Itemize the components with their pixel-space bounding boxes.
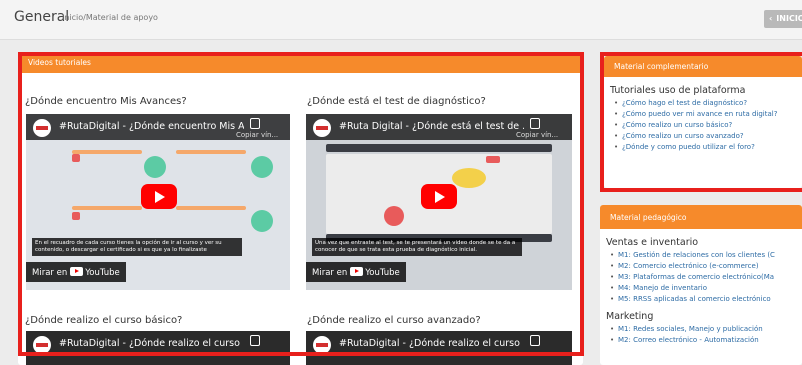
section-title: Tutoriales uso de plataforma xyxy=(610,85,746,96)
play-button[interactable] xyxy=(141,184,177,209)
video-heading: ¿Dónde realizo el curso básico? xyxy=(25,315,183,326)
video-caption: En el recuadro de cada curso tienes la o… xyxy=(32,238,242,256)
videos-panel: Videos tutoriales ¿Dónde encuentro Mis A… xyxy=(18,52,583,365)
watch-on-youtube-button[interactable]: Mirar en YouTube xyxy=(306,262,406,282)
play-button[interactable] xyxy=(421,184,457,209)
top-bar: General Inicio/Material de apoyo ‹ INICIO xyxy=(0,0,802,40)
section-title: Marketing xyxy=(606,311,654,322)
video-player-title[interactable]: #RutaDigital - ¿Dónde realizo el curso .… xyxy=(59,338,244,349)
video-player[interactable]: #RutaDigital - ¿Dónde encuentro Mis A...… xyxy=(26,114,290,290)
pedagogico-header: Material pedagógico xyxy=(600,205,802,229)
list-item[interactable]: ¿Cómo hago el test de diagnóstico? xyxy=(614,98,802,109)
video-player-title[interactable]: #RutaDigital - ¿Dónde realizo el curso .… xyxy=(339,338,524,349)
list-item[interactable]: ¿Cómo puedo ver mi avance en ruta digita… xyxy=(614,109,802,120)
list-item[interactable]: ¿Cómo realizo un curso avanzado? xyxy=(614,131,802,142)
video-player-title[interactable]: #RutaDigital - ¿Dónde encuentro Mis A... xyxy=(59,121,244,132)
module-links: M1: Redes sociales, Manejo y publicación… xyxy=(600,324,802,346)
youtube-icon xyxy=(350,267,364,276)
list-item[interactable]: M1: Redes sociales, Manejo y publicación xyxy=(610,324,802,335)
youtube-brand: YouTube xyxy=(85,268,120,278)
copy-link-icon[interactable] xyxy=(250,335,260,346)
channel-logo-icon xyxy=(33,336,51,354)
list-item[interactable]: M2: Correo electrónico - Automatización xyxy=(610,335,802,346)
list-item[interactable]: ¿Cómo realizo un curso básico? xyxy=(614,120,802,131)
copy-link-icon[interactable] xyxy=(530,118,540,129)
material-pedagogico-panel: Material pedagógico Ventas e inventario … xyxy=(600,205,802,365)
page-title: General xyxy=(14,9,70,25)
list-item[interactable]: M4: Manejo de inventario xyxy=(610,283,802,294)
back-button-label: INICIO xyxy=(776,14,802,23)
watch-on-label: Mirar en xyxy=(32,268,68,278)
video-player[interactable]: #RutaDigital - ¿Dónde realizo el curso .… xyxy=(306,331,572,365)
complementario-header: Material complementario xyxy=(604,56,802,77)
list-item[interactable]: M2: Comercio electrónico (e-commerce) xyxy=(610,261,802,272)
material-complementario-panel: Material complementario Tutoriales uso d… xyxy=(604,56,802,188)
breadcrumb[interactable]: Inicio/Material de apoyo xyxy=(62,13,158,22)
video-player-title[interactable]: #Ruta Digital - ¿Dónde está el test de .… xyxy=(339,121,524,132)
copy-link-label[interactable]: Copiar vín... xyxy=(516,131,558,139)
video-heading: ¿Dónde realizo el curso avanzado? xyxy=(307,315,481,326)
list-item[interactable]: M5: RRSS aplicadas al comercio electróni… xyxy=(610,294,802,305)
watch-on-youtube-button[interactable]: Mirar en YouTube xyxy=(26,262,126,282)
chevron-left-icon: ‹ xyxy=(769,14,773,23)
copy-link-icon[interactable] xyxy=(250,118,260,129)
back-to-home-button[interactable]: ‹ INICIO xyxy=(764,10,802,28)
tutorial-links: ¿Cómo hago el test de diagnóstico? ¿Cómo… xyxy=(604,98,802,153)
copy-link-icon[interactable] xyxy=(530,335,540,346)
video-heading: ¿Dónde está el test de diagnóstico? xyxy=(307,96,486,107)
youtube-icon xyxy=(70,267,84,276)
video-caption: Una vez que entraste al test, se te pres… xyxy=(312,238,522,256)
channel-logo-icon xyxy=(313,336,331,354)
channel-logo-icon xyxy=(33,119,51,137)
watch-on-label: Mirar en xyxy=(312,268,348,278)
video-player[interactable]: #RutaDigital - ¿Dónde realizo el curso .… xyxy=(26,331,290,365)
videos-panel-header: Videos tutoriales xyxy=(18,52,583,73)
module-links: M1: Gestión de relaciones con los client… xyxy=(600,250,802,305)
section-title: Ventas e inventario xyxy=(606,237,699,248)
list-item[interactable]: ¿Dónde y como puedo utilizar el foro? xyxy=(614,142,802,153)
copy-link-label[interactable]: Copiar vín... xyxy=(236,131,278,139)
channel-logo-icon xyxy=(313,119,331,137)
list-item[interactable]: M1: Gestión de relaciones con los client… xyxy=(610,250,802,261)
video-player[interactable]: #Ruta Digital - ¿Dónde está el test de .… xyxy=(306,114,572,290)
video-heading: ¿Dónde encuentro Mis Avances? xyxy=(25,96,187,107)
list-item[interactable]: M3: Plataformas de comercio electrónico(… xyxy=(610,272,802,283)
error-circle-icon xyxy=(384,206,404,226)
youtube-brand: YouTube xyxy=(365,268,400,278)
